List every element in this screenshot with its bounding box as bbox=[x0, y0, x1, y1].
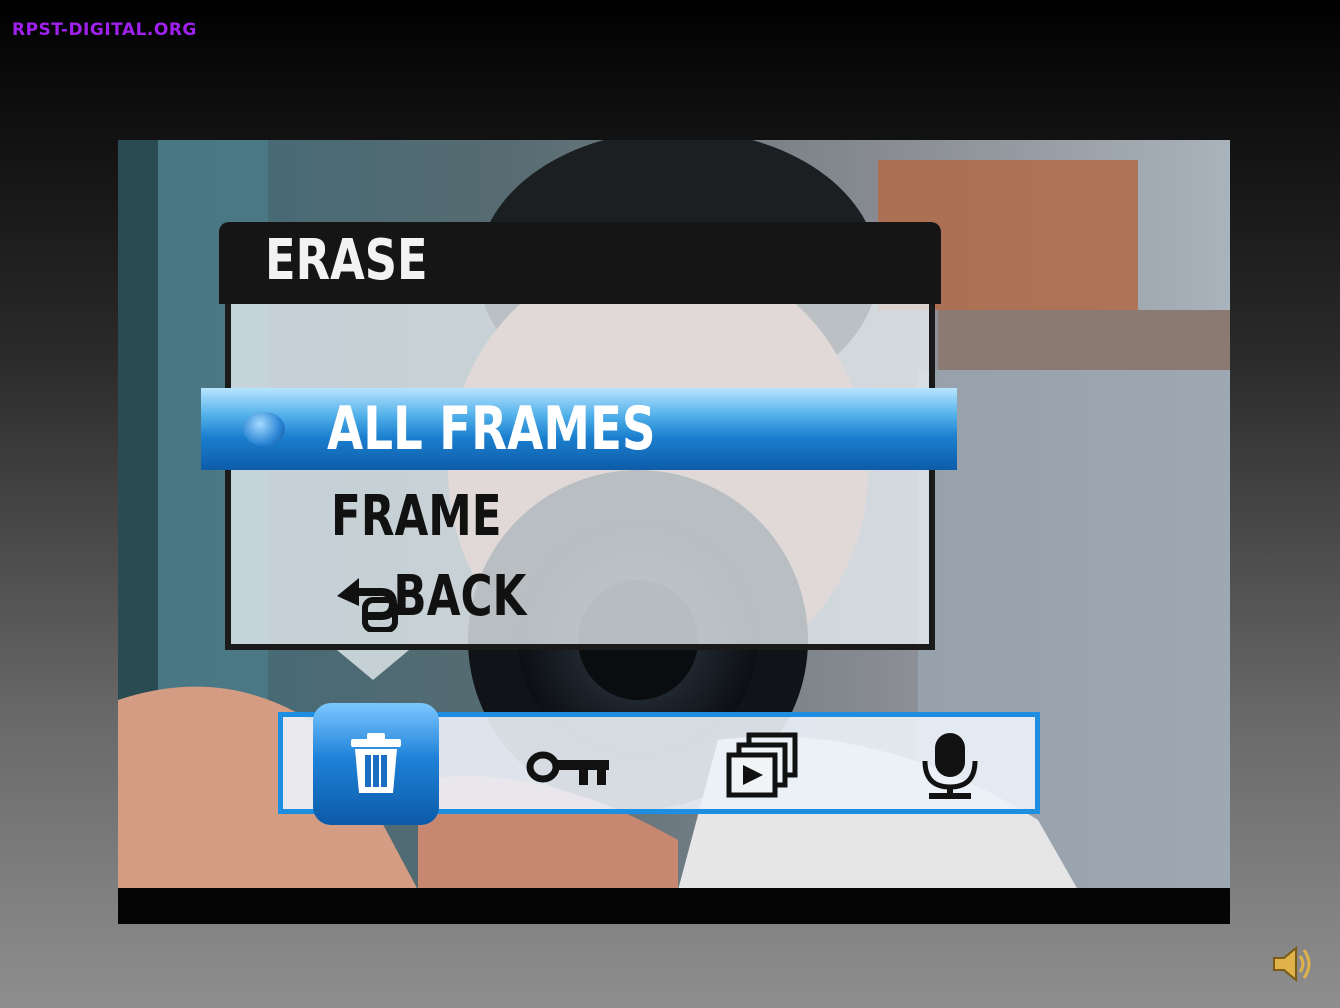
playback-toolbar bbox=[278, 703, 1040, 825]
erase-menu: ERASE ALL FRAMES FRAME BACK bbox=[201, 222, 957, 680]
menu-title: ERASE bbox=[265, 228, 428, 293]
menu-item-all-frames[interactable]: ALL FRAMES bbox=[201, 388, 957, 470]
protect-key-icon bbox=[526, 751, 609, 785]
voice-memo-tool-button[interactable] bbox=[893, 717, 1013, 809]
menu-item-frame[interactable]: FRAME bbox=[331, 484, 502, 549]
menu-item-label: FRAME bbox=[331, 484, 502, 549]
menu-item-back[interactable]: BACK bbox=[331, 564, 526, 629]
slideshow-tool-button[interactable] bbox=[703, 717, 823, 809]
trash-icon bbox=[351, 733, 401, 793]
protect-tool-button[interactable] bbox=[513, 717, 633, 809]
photo-bottom-bar bbox=[118, 888, 1230, 924]
menu-item-label: BACK bbox=[393, 564, 527, 629]
menu-title-bar: ERASE bbox=[219, 222, 941, 304]
erase-tool-button[interactable] bbox=[313, 703, 439, 825]
menu-pointer bbox=[337, 650, 409, 680]
menu-item-label: ALL FRAMES bbox=[327, 394, 656, 464]
speaker-icon[interactable] bbox=[1270, 944, 1314, 984]
voice-memo-icon bbox=[922, 733, 978, 799]
slideshow-icon bbox=[726, 732, 798, 798]
watermark: RPST-DIGITAL.ORG bbox=[12, 20, 197, 40]
selected-radio-icon bbox=[243, 412, 285, 446]
